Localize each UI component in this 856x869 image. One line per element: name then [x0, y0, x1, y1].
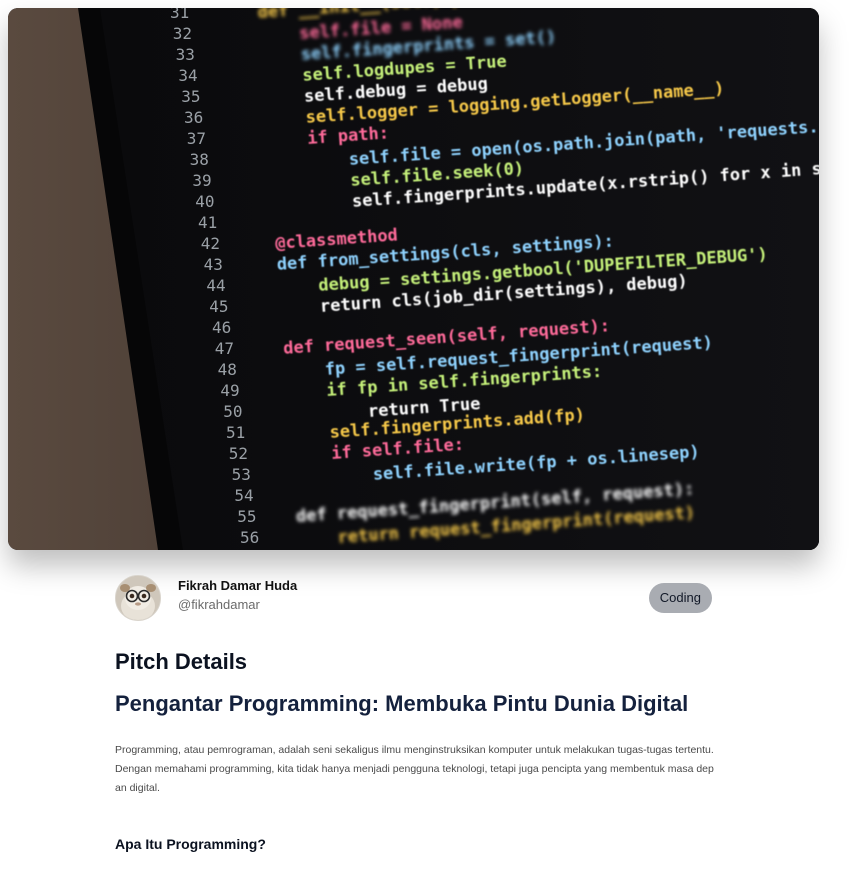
author-name[interactable]: Fikrah Damar Huda	[178, 578, 297, 593]
code-screen-illustration: 31def __init__(self, path=None, debug=Fa…	[8, 8, 819, 550]
line-number: 39	[192, 171, 211, 190]
line-number: 49	[220, 381, 239, 400]
category-badge[interactable]: Coding	[648, 583, 712, 613]
line-number: 32	[173, 24, 192, 43]
line-number: 31	[170, 8, 189, 22]
line-number: 42	[201, 234, 220, 253]
line-number: 37	[187, 129, 206, 148]
author-row: Fikrah Damar Huda @fikrahdamar Coding	[115, 575, 715, 621]
pitch-intro: Programming, atau pemrograman, adalah se…	[115, 744, 714, 794]
author-handle: @fikrahdamar	[178, 597, 260, 612]
line-number: 41	[198, 213, 217, 232]
line-number: 55	[237, 507, 256, 526]
hero-image: 31def __init__(self, path=None, debug=Fa…	[8, 8, 819, 550]
line-number: 38	[190, 150, 209, 169]
line-number: 36	[184, 108, 203, 127]
avatar-image	[116, 576, 160, 620]
line-number: 54	[234, 486, 253, 505]
line-number: 51	[226, 423, 245, 442]
pitch-title: Pengantar Programming: Membuka Pintu Dun…	[115, 691, 689, 716]
line-number: 35	[181, 87, 200, 106]
line-number: 34	[178, 66, 197, 85]
line-number: 43	[204, 255, 223, 274]
author-info[interactable]: Fikrah Damar Huda @fikrahdamar	[115, 575, 297, 621]
line-number: 48	[218, 360, 237, 379]
author-text: Fikrah Damar Huda @fikrahdamar	[178, 578, 297, 612]
pitch-content: Fikrah Damar Huda @fikrahdamar Coding Pi…	[115, 575, 715, 852]
line-number: 46	[212, 318, 231, 337]
line-number: 45	[209, 297, 228, 316]
line-number: 40	[195, 192, 214, 211]
line-number: 44	[206, 276, 225, 295]
line-number: 52	[229, 444, 248, 463]
line-number: 33	[176, 45, 195, 64]
line-number: 56	[240, 528, 259, 547]
line-number: 47	[215, 339, 234, 358]
line-number: 50	[223, 402, 242, 421]
avatar[interactable]	[115, 575, 161, 621]
section-title: Pitch Details	[115, 649, 248, 674]
line-number: 53	[232, 465, 251, 484]
pitch-subheading: Apa Itu Programming?	[115, 836, 266, 852]
